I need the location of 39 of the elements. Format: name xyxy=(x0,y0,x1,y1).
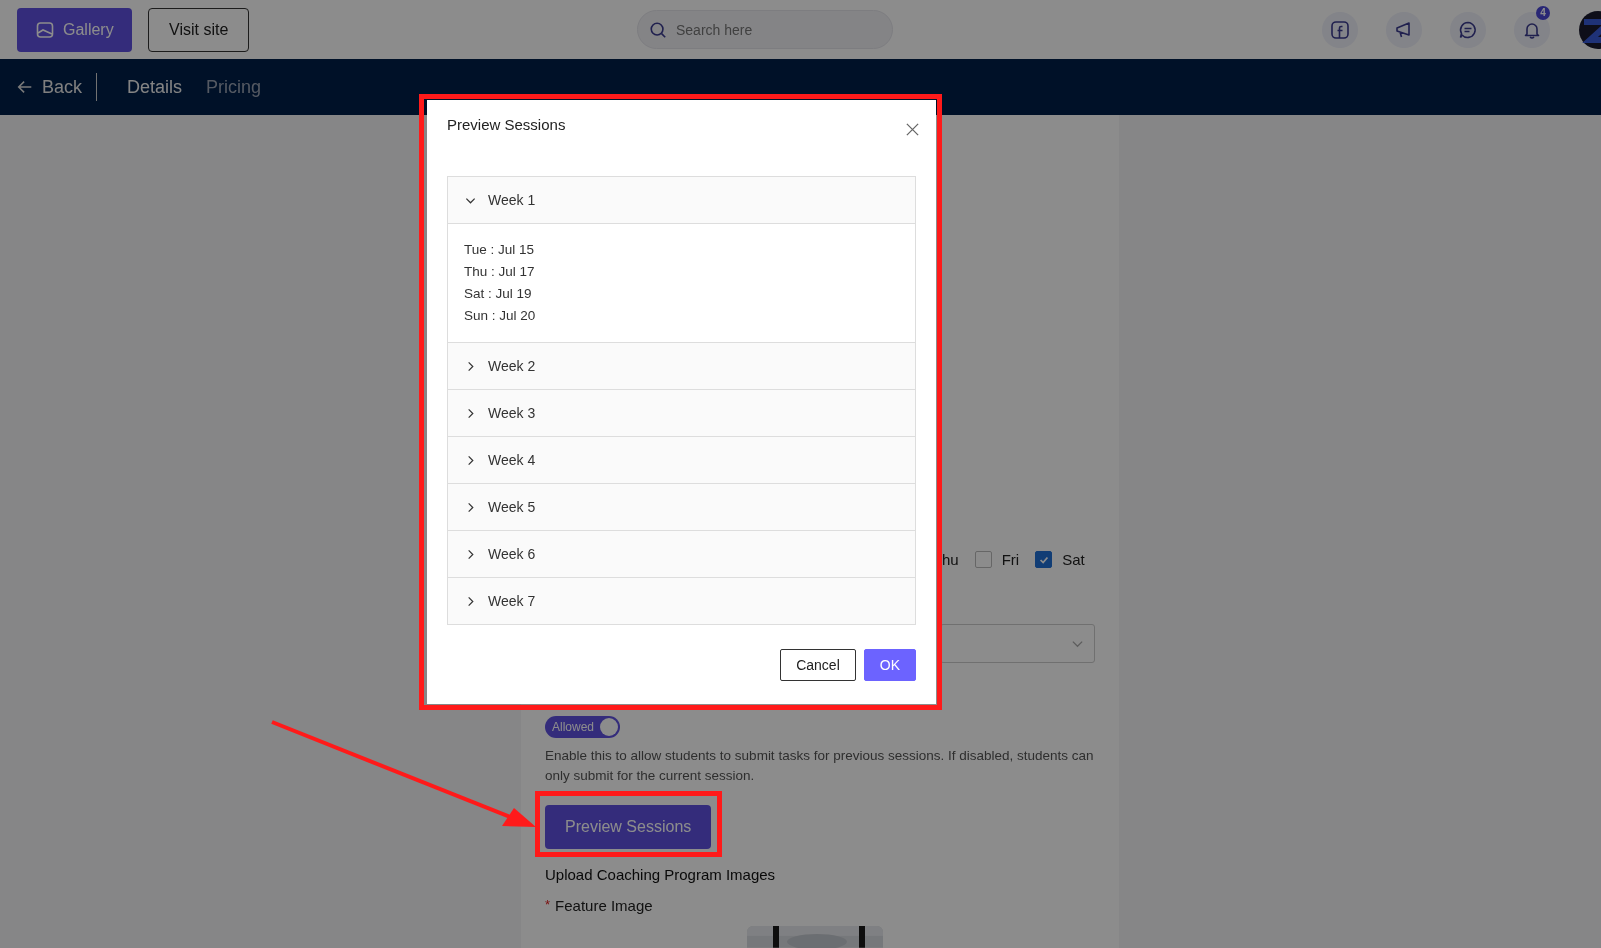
checkbox[interactable] xyxy=(1035,551,1053,569)
image-icon xyxy=(35,19,55,40)
section-title: Upload Coaching Program Images xyxy=(545,866,777,884)
cancel-button[interactable]: Cancel xyxy=(780,649,856,681)
preview-sessions-button[interactable]: Preview Sessions xyxy=(545,805,712,850)
accordion-header[interactable]: Week 3 xyxy=(448,390,915,437)
megaphone-icon[interactable] xyxy=(1386,11,1422,48)
visit-site-button[interactable]: Visit site xyxy=(148,7,250,52)
back-button[interactable]: Back xyxy=(16,76,97,98)
search-field[interactable]: Search here xyxy=(637,10,893,49)
help-text: Enable this to allow students to submit tasks for previous sessions. If disabled, students can only submit for the current session. xyxy=(545,747,1095,786)
select-field[interactable] xyxy=(940,623,1095,664)
facebook-icon[interactable] xyxy=(1322,11,1358,48)
notification-count: 4 xyxy=(1536,5,1550,20)
day-label: hu xyxy=(942,551,959,569)
accordion-header[interactable]: Week 5 xyxy=(448,484,915,531)
field-label: Feature Image xyxy=(555,897,653,915)
accordion-header[interactable]: Week 6 xyxy=(448,531,915,578)
accordion-header[interactable]: Week 1 xyxy=(448,177,915,224)
arrow-left-icon xyxy=(16,78,34,96)
checkbox[interactable] xyxy=(974,551,992,569)
accordion-header[interactable]: Week 4 xyxy=(448,437,915,484)
search-icon xyxy=(649,21,667,39)
required-mark: * xyxy=(545,897,551,915)
day-label: Fri xyxy=(1001,551,1020,569)
accordion-header[interactable]: Week 7 xyxy=(448,578,915,625)
session-date: Tue : Jul 15 xyxy=(464,241,536,259)
toggle-switch[interactable]: Allowed xyxy=(545,716,621,739)
session-date: Sun : Jul 20 xyxy=(464,307,537,325)
close-icon xyxy=(905,121,920,137)
session-date: Sat : Jul 19 xyxy=(464,285,533,303)
day-label: Sat xyxy=(1062,551,1085,569)
ok-button[interactable]: OK xyxy=(863,649,916,681)
session-date: Thu : Jul 17 xyxy=(464,263,536,281)
gallery-button[interactable]: Gallery xyxy=(17,7,132,52)
nav-tab[interactable]: Details xyxy=(115,76,195,98)
dialog-title: Preview Sessions xyxy=(447,115,566,133)
chat-icon[interactable] xyxy=(1450,11,1486,48)
accordion-header[interactable]: Week 2 xyxy=(448,343,915,390)
